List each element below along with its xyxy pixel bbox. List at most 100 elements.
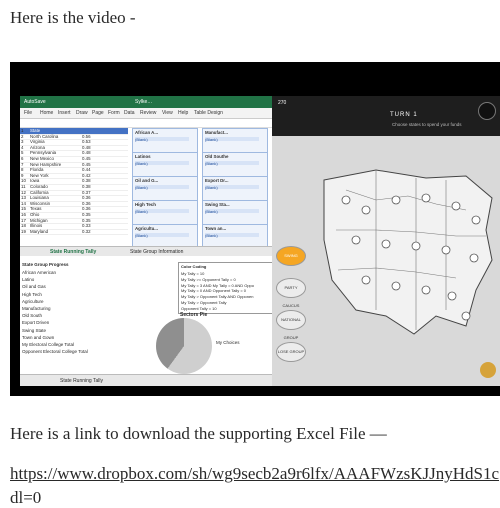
- row-index: 5: [21, 150, 24, 156]
- row-index: 2: [21, 133, 24, 139]
- row-value: 0.45: [82, 156, 91, 161]
- menu-file[interactable]: File: [24, 110, 32, 116]
- row-value: 0.56: [82, 133, 91, 139]
- row-state: Ohio: [30, 212, 40, 217]
- progress-item: Town and Gown: [22, 334, 55, 340]
- row-state: Michigan: [30, 217, 48, 223]
- row-state: Pennsylvania: [30, 150, 57, 156]
- color-coding-rule: My Tally >= Opponent Tally = 0: [181, 276, 236, 282]
- row-value: 0.38: [82, 184, 91, 189]
- row-value: 0.48: [82, 150, 91, 156]
- slicer-value[interactable]: (Blank): [135, 209, 189, 214]
- state-group-progress: State Group Progress African American Lati…: [20, 262, 176, 372]
- turn-label: TURN 1: [390, 112, 418, 118]
- progress-item: African American: [22, 270, 57, 275]
- slicer-value[interactable]: (Blank): [135, 185, 189, 190]
- color-coding-title: Color Coding: [181, 264, 207, 269]
- row-index: 14: [21, 200, 26, 206]
- row-state: New Hampshire: [30, 161, 62, 167]
- menu-table-design[interactable]: Table Design: [194, 110, 223, 116]
- row-state: California: [30, 189, 49, 195]
- state-table[interactable]: 1 State 2 North Carolina 0.56 3 Virginia 0.53 4 A…: [20, 128, 128, 240]
- corner-avatar: [480, 362, 496, 378]
- row-index: 17: [21, 217, 26, 223]
- menu-page[interactable]: Page: [92, 110, 104, 116]
- row-value: 0.35: [82, 212, 91, 217]
- menu-data[interactable]: Data: [124, 110, 135, 116]
- row-index: 6: [21, 156, 24, 161]
- sheet-tabs: State Running Tally State Group Informat…: [20, 246, 272, 256]
- row-state: Virginia: [30, 139, 45, 145]
- progress-item: Swing State: [22, 327, 47, 333]
- progress-item: Opponent Electoral College Total: [22, 349, 88, 355]
- end-turn-button[interactable]: [478, 102, 496, 120]
- download-text: Here is a link to download the supportin…: [10, 424, 387, 443]
- row-index: 19: [21, 228, 26, 234]
- progress-item: Manufacturing: [22, 306, 51, 311]
- row-value: 0.37: [82, 189, 91, 195]
- row-value: 0.45: [82, 161, 91, 167]
- slicer-title: Old Southe: [205, 154, 229, 159]
- us-map[interactable]: [316, 140, 500, 376]
- row-index: 7: [21, 161, 24, 167]
- row-state: North Carolina: [30, 133, 59, 139]
- swing-button[interactable]: SWING: [276, 246, 306, 266]
- menu-insert[interactable]: Insert: [58, 110, 71, 116]
- row-value: 0.32: [82, 228, 91, 234]
- row-value: 0.44: [82, 167, 91, 173]
- color-coding-box: Color Coding My Tally = 10 My Tally >= Opp…: [178, 262, 272, 314]
- slicer-title: Export Dr...: [205, 178, 229, 183]
- tab-state-running-tally-bottom[interactable]: State Running Tally: [60, 378, 103, 384]
- slicer-value[interactable]: (Blank): [205, 137, 259, 142]
- row-state: Illinois: [30, 223, 43, 229]
- national-group-button[interactable]: NATIONAL GROUP: [276, 310, 306, 340]
- slicer-value[interactable]: (Blank): [205, 209, 259, 214]
- formula-bar[interactable]: [20, 119, 272, 128]
- color-coding-rule: My Tally = 3 AND My Tally = 0 AND Oppo: [181, 282, 254, 288]
- row-state: Florida: [30, 167, 44, 173]
- tab-state-running-tally[interactable]: State Running Tally: [50, 249, 96, 255]
- progress-item: Old South: [22, 313, 43, 319]
- row-value: 0.35: [82, 217, 91, 223]
- lose-group-button[interactable]: LOSE GROUP: [276, 342, 306, 362]
- slicer-panel: African A... (Blank) Manufact... (Blank) Lat…: [132, 128, 272, 252]
- party-caucus-button[interactable]: PARTY CAUCUS: [276, 278, 306, 308]
- progress-item: High Tech: [22, 291, 42, 297]
- slicer-value[interactable]: (Blank): [135, 137, 189, 142]
- row-value: 0.38: [82, 178, 91, 184]
- game-header: 270 TURN 1 Choose states to spend your f…: [272, 96, 500, 136]
- progress-title: State Group Progress: [22, 262, 69, 267]
- row-state: Louisiana: [30, 195, 49, 201]
- sectors-pie: [156, 318, 212, 374]
- menu-draw[interactable]: Draw: [76, 110, 88, 116]
- row-value: 0.33: [82, 223, 91, 229]
- table-row[interactable]: 19 Maryland 0.32: [20, 229, 128, 236]
- dropbox-link[interactable]: https://www.dropbox.com/sh/wg9secb2a9r6l…: [10, 464, 499, 484]
- game-window[interactable]: 270 TURN 1 Choose states to spend your f…: [272, 96, 500, 386]
- row-state: Colorado: [30, 184, 48, 189]
- dropbox-link-end[interactable]: dl=0: [10, 488, 41, 508]
- menu-review[interactable]: Review: [140, 110, 156, 116]
- slicer-value[interactable]: (Blank): [135, 233, 189, 238]
- row-state: Maryland: [30, 228, 49, 234]
- color-coding-rule: My Tally > Opponent Tally: [181, 300, 227, 305]
- menu-view[interactable]: View: [162, 110, 173, 116]
- progress-item: My Electoral College Total: [22, 342, 74, 347]
- slicer-value[interactable]: (Blank): [205, 185, 259, 190]
- menu-home[interactable]: Home: [40, 110, 53, 116]
- slicer-value[interactable]: (Blank): [205, 161, 259, 166]
- row-index: 9: [21, 172, 24, 178]
- row-state: Arizona: [30, 144, 45, 150]
- excel-window[interactable]: AutoSave Sylke… File Home Insert Draw Pag…: [20, 96, 272, 386]
- tab-state-group-information[interactable]: State Group Information: [130, 249, 183, 255]
- menu-form[interactable]: Form: [108, 110, 120, 116]
- menu-help[interactable]: Help: [178, 110, 188, 116]
- slicer-title: Oil and G...: [135, 178, 159, 183]
- slicer-value[interactable]: (Blank): [135, 161, 189, 166]
- slicer-value[interactable]: (Blank): [205, 233, 259, 238]
- video-player[interactable]: AutoSave Sylke… File Home Insert Draw Pag…: [10, 62, 500, 396]
- row-index: 12: [21, 189, 26, 195]
- row-state: New Mexico: [30, 156, 54, 161]
- row-state: State: [30, 128, 41, 133]
- row-index: 11: [21, 184, 26, 189]
